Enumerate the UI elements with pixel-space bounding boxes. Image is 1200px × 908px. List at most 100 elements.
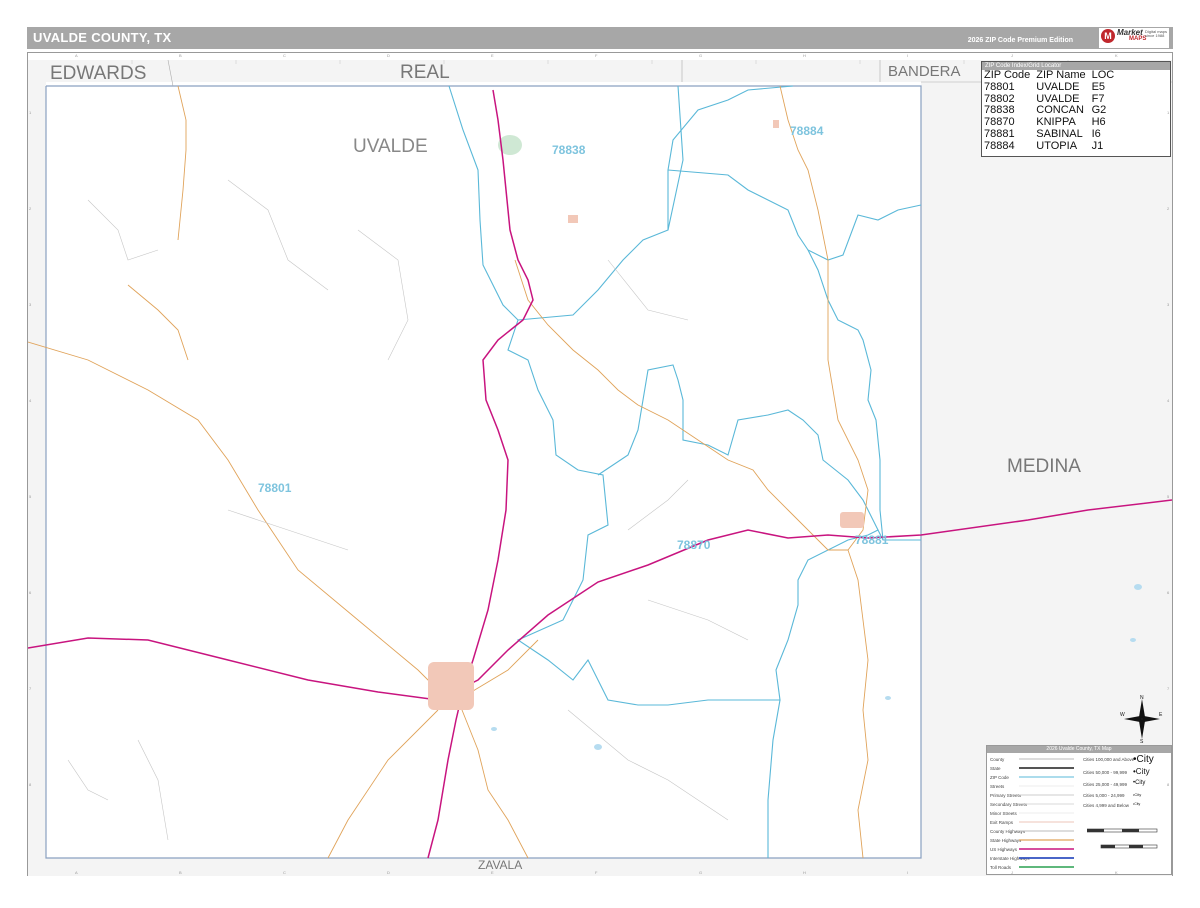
- legend-city-size: Cities 50,000 - 99,999: [1083, 770, 1128, 775]
- legend-item: Toll Roads: [990, 865, 1012, 870]
- grid-row-label: 7: [1167, 686, 1170, 691]
- county-label-bandera: BANDERA: [888, 63, 961, 80]
- compass-n: N: [1140, 695, 1144, 701]
- zip-label-78870: 78870: [677, 538, 711, 552]
- compass-rose-icon: N E S W: [1120, 695, 1163, 743]
- legend-item: Streets: [990, 784, 1005, 789]
- zip-index-row: 78881 SABINAL I6: [984, 127, 1120, 141]
- legend-item: ZIP Code: [990, 775, 1009, 780]
- logo-fine-print: Digital maps since 1988: [1145, 29, 1168, 38]
- town-utopia: [773, 120, 779, 128]
- map-title: UVALDE COUNTY, TX: [33, 30, 172, 45]
- grid-column-label: G: [699, 870, 703, 875]
- legend-item: State Highways: [990, 838, 1022, 843]
- grid-column-label: B: [179, 870, 182, 875]
- grid-column-label: D: [387, 870, 390, 875]
- edition-label: 2026 ZIP Code Premium Edition: [967, 37, 1073, 44]
- compass-e: E: [1159, 712, 1163, 718]
- zip-label-78838: 78838: [552, 143, 586, 157]
- town-sabinal: [840, 512, 864, 528]
- legend-city-symbol: •City: [1133, 780, 1146, 786]
- legend-city-size: Cities 5,000 - 24,999: [1083, 793, 1125, 798]
- legend-item: State: [990, 766, 1001, 771]
- logo-mark: M: [1101, 29, 1115, 43]
- grid-row-label: 2: [1167, 206, 1170, 211]
- grid-column-label: K: [1115, 53, 1118, 58]
- zip-code: 78881: [984, 127, 1015, 140]
- county-label-medina: MEDINA: [1007, 456, 1081, 477]
- grid-column-label: F: [595, 870, 598, 875]
- grid-row-label: 4: [1167, 398, 1170, 403]
- legend-city-size: Cities 100,000 and Above: [1083, 757, 1135, 762]
- compass-w: W: [1120, 712, 1125, 718]
- grid-column-label: I: [907, 870, 909, 875]
- grid-column-label: B: [179, 53, 182, 58]
- legend-item: Minor Streets: [990, 811, 1017, 816]
- grid-column-label: J: [1011, 53, 1013, 58]
- grid-column-label: I: [907, 53, 909, 58]
- zip-code-index: ZIP Code Index/Grid Locator ZIP Code ZIP…: [981, 61, 1171, 157]
- grid-row-label: 6: [1167, 590, 1170, 595]
- grid-column-label: J: [1011, 870, 1013, 875]
- grid-column-label: K: [1115, 870, 1118, 875]
- grid-row-label: 4: [29, 398, 32, 403]
- zip-code: 78884: [984, 139, 1015, 152]
- grid-column-label: E: [491, 53, 494, 58]
- legend-item: County: [990, 757, 1005, 762]
- grid-row-label: 6: [29, 590, 32, 595]
- scale-bar-icon: [1087, 828, 1158, 849]
- grid-column-label: F: [595, 53, 598, 58]
- zip-name: UVALDE: [1036, 80, 1080, 93]
- grid-row-label: 1: [29, 110, 32, 115]
- legend-swatches: [1019, 758, 1074, 868]
- town-uvalde: [428, 662, 474, 710]
- zip-label-78881: 78881: [855, 533, 889, 547]
- logo-word-maps: MAPS: [1129, 36, 1147, 42]
- grid-column-label: G: [699, 53, 703, 58]
- legend-city-size: Cities 25,000 - 49,999: [1083, 782, 1128, 787]
- county-label-zavala: ZAVALA: [478, 858, 523, 872]
- town-concan: [568, 215, 578, 223]
- zip-index-row: 78884 UTOPIA J1: [984, 139, 1120, 153]
- zip-name: UTOPIA: [1036, 139, 1078, 152]
- grid-column-label: C: [283, 53, 286, 58]
- grid-row-label: 3: [29, 302, 32, 307]
- grid-row-label: 1: [1167, 110, 1170, 115]
- legend-city-size: Cities 4,999 and Below: [1083, 803, 1130, 808]
- legend-city-symbol: •City: [1133, 767, 1150, 776]
- grid-column-label: E: [491, 870, 494, 875]
- zip-label-78801: 78801: [258, 481, 292, 495]
- zip-loc: E5: [1091, 80, 1106, 93]
- zip-name: SABINAL: [1036, 127, 1083, 140]
- legend-item: Exit Ramps: [990, 820, 1014, 825]
- grid-column-label: H: [803, 53, 806, 58]
- compass-s: S: [1140, 739, 1144, 743]
- grid-row-label: 5: [1167, 494, 1170, 499]
- legend-city-symbol: •City: [1133, 802, 1141, 806]
- grid-column-label: H: [803, 870, 806, 875]
- grid-column-label: A: [75, 870, 78, 875]
- zip-index-row: 78801 UVALDE E5: [984, 80, 1120, 94]
- grid-row-label: 8: [29, 782, 32, 787]
- map-header: UVALDE COUNTY, TX 2026 ZIP Code Premium …: [27, 27, 1173, 49]
- legend-item: US Highways: [990, 847, 1018, 852]
- legend-city-symbol: •City: [1133, 792, 1142, 797]
- publisher-logo: M Market MAPS Digital maps since 1988: [1099, 28, 1169, 48]
- county-label-edwards: EDWARDS: [50, 63, 147, 84]
- grid-column-label: D: [387, 53, 390, 58]
- grid-column-label: A: [75, 53, 78, 58]
- zip-loc: I6: [1091, 127, 1101, 140]
- uvalde-county-area: [46, 86, 921, 858]
- legend-title: 2026 Uvalde County, TX Map: [987, 746, 1171, 753]
- neighbor-area-left: [28, 82, 46, 852]
- grid-column-label: C: [283, 870, 286, 875]
- grid-row-label: 8: [1167, 782, 1170, 787]
- grid-row-label: 3: [1167, 302, 1170, 307]
- legend-city-symbol: •City: [1133, 754, 1154, 765]
- grid-row-label: 7: [29, 686, 32, 691]
- zip-label-78884: 78884: [790, 124, 824, 138]
- legend-item: Primary Streets: [990, 793, 1022, 798]
- zip-index-table: ZIP Code ZIP Name LOC 78801 UVALDE E5 78…: [984, 69, 1120, 153]
- zip-code: 78801: [984, 80, 1015, 93]
- zip-loc: J1: [1091, 139, 1104, 152]
